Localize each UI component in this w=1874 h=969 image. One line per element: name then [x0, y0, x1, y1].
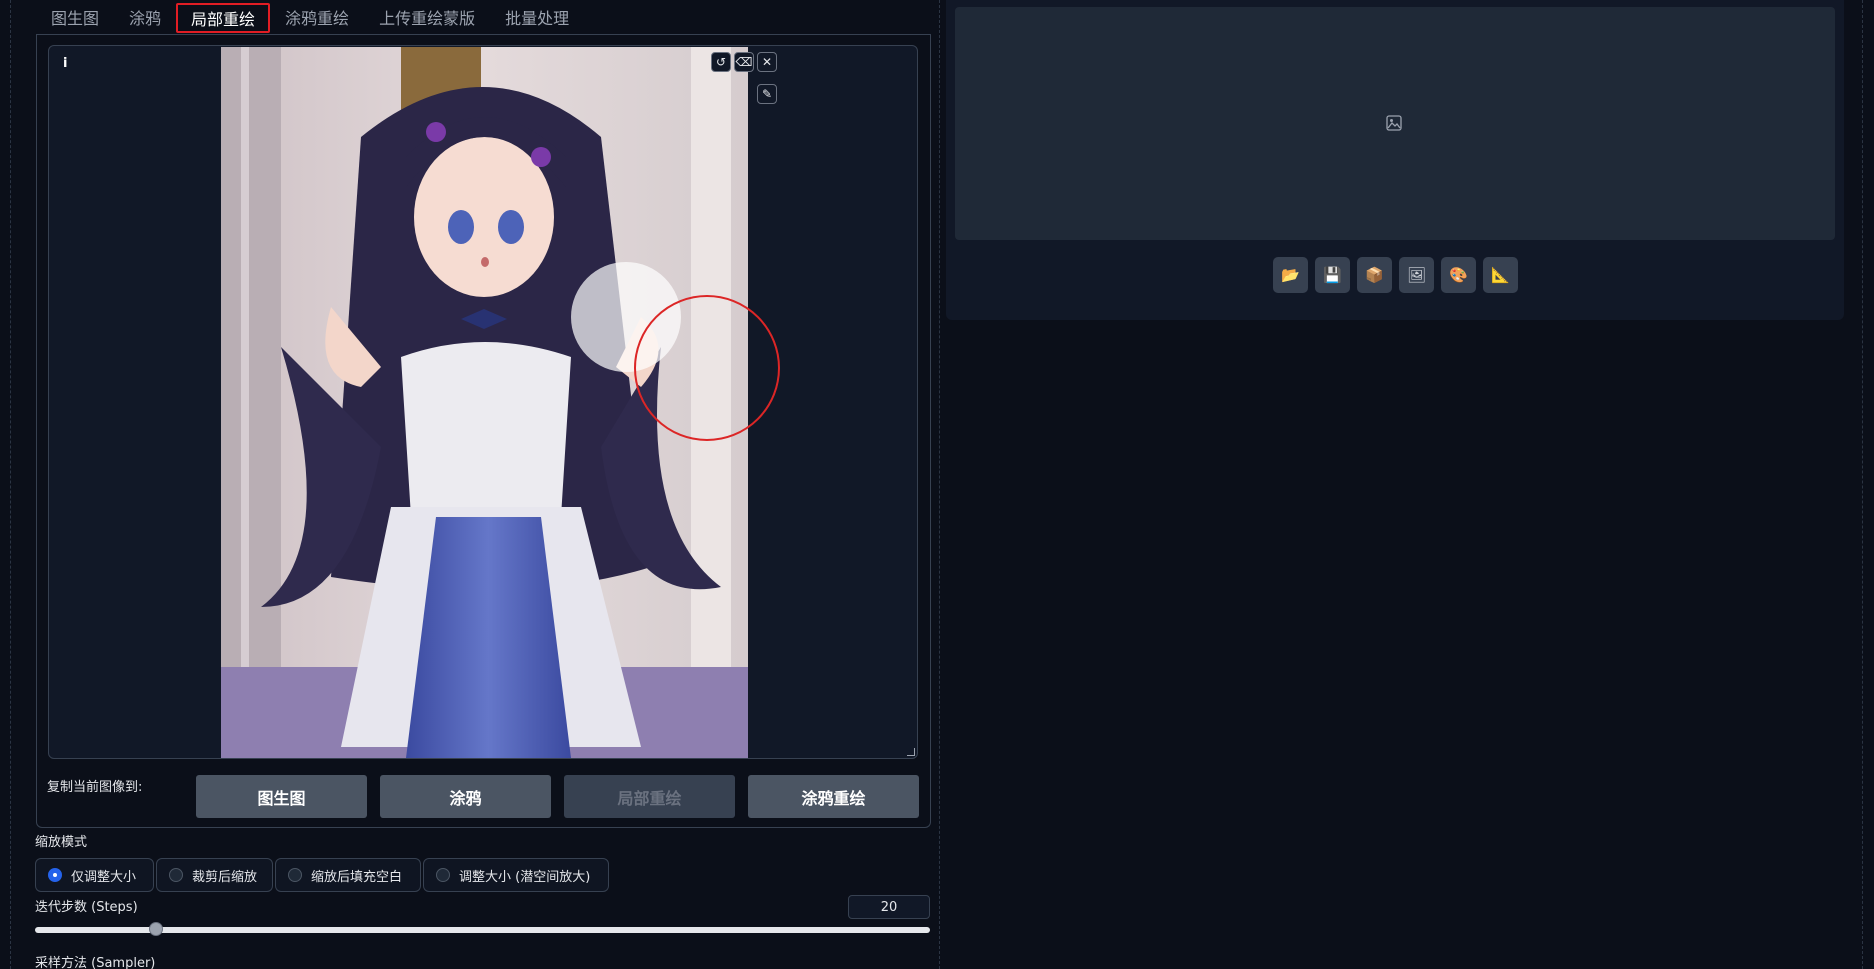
radio-dot [169, 868, 183, 882]
radio-just-resize[interactable]: 仅调整大小 [35, 858, 154, 892]
zip-icon[interactable]: 📦 [1357, 257, 1392, 293]
steps-slider-track[interactable] [35, 927, 930, 933]
radio-dot [436, 868, 450, 882]
radio-latent-upscale[interactable]: 调整大小 (潜空间放大) [423, 858, 609, 892]
image-placeholder-icon [1386, 115, 1402, 131]
save-icon[interactable]: 💾 [1315, 257, 1350, 293]
copy-to-inpaint-button: 局部重绘 [564, 775, 735, 818]
radio-dot [48, 868, 62, 882]
tab-inpaint-upload[interactable]: 上传重绘蒙版 [364, 1, 490, 33]
brush-cursor-circle [634, 295, 780, 441]
folder-icon[interactable]: 📂 [1273, 257, 1308, 293]
tab-img2img[interactable]: 图生图 [36, 1, 114, 33]
radio-crop-resize[interactable]: 裁剪后缩放 [156, 858, 273, 892]
radio-dot [288, 868, 302, 882]
inpaint-canvas[interactable]: i ↺ ⌫ ✕ ✎ [48, 45, 918, 759]
image-send-icon[interactable]: 🖼 [1399, 257, 1434, 293]
sampler-label: 采样方法 (Sampler) [35, 956, 156, 969]
eraser-icon[interactable]: ⌫ [734, 52, 754, 72]
left-border [10, 0, 11, 969]
radio-resize-fill[interactable]: 缩放后填充空白 [275, 858, 421, 892]
radio-label: 裁剪后缩放 [192, 869, 258, 885]
close-icon[interactable]: ✕ [757, 52, 777, 72]
right-border [1862, 0, 1863, 969]
tab-inpaint[interactable]: 局部重绘 [176, 3, 271, 33]
tab-inpaint-sketch[interactable]: 涂鸦重绘 [270, 1, 364, 33]
copy-to-inpaint-sketch-button[interactable]: 涂鸦重绘 [748, 775, 919, 818]
tab-sketch[interactable]: 涂鸦 [114, 1, 176, 33]
tab-bar: 图生图 涂鸦 局部重绘 涂鸦重绘 上传重绘蒙版 批量处理 [36, 0, 584, 34]
undo-icon[interactable]: ↺ [711, 52, 731, 72]
copy-to-sketch-button[interactable]: 涂鸦 [380, 775, 551, 818]
radio-label: 调整大小 (潜空间放大) [459, 869, 591, 885]
ruler-icon[interactable]: 📐 [1483, 257, 1518, 293]
palette-icon[interactable]: 🎨 [1441, 257, 1476, 293]
app-root: 图生图 涂鸦 局部重绘 涂鸦重绘 上传重绘蒙版 批量处理 i ↺ ⌫ ✕ ✎ 复… [0, 0, 1874, 969]
steps-number-input[interactable]: 20 [848, 895, 930, 919]
copy-to-label: 复制当前图像到: [47, 780, 143, 795]
resize-handle[interactable] [907, 748, 915, 756]
copy-to-img2img-button[interactable]: 图生图 [196, 775, 367, 818]
tab-batch[interactable]: 批量处理 [490, 1, 584, 33]
steps-label: 迭代步数 (Steps) [35, 900, 138, 915]
radio-label: 缩放后填充空白 [311, 869, 403, 885]
brush-icon[interactable]: ✎ [757, 84, 777, 104]
steps-slider-handle[interactable] [148, 922, 163, 936]
info-icon[interactable]: i [63, 56, 75, 72]
resize-mode-label: 缩放模式 [35, 835, 88, 850]
column-divider [939, 0, 940, 969]
radio-label: 仅调整大小 [71, 869, 137, 885]
